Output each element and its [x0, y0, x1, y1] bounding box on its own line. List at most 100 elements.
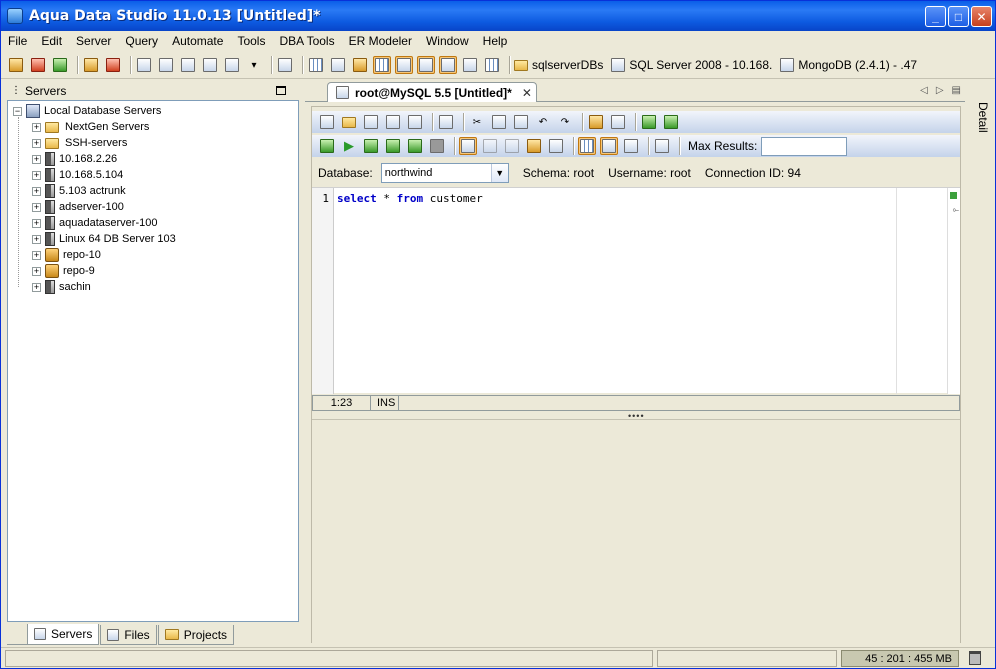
stop-button[interactable] [428, 137, 446, 155]
layout-9-button[interactable] [483, 56, 501, 74]
editor-scrollbar[interactable]: ⟜ [947, 188, 960, 394]
max-results-input[interactable] [761, 136, 848, 156]
detail-tab[interactable]: Detail [976, 102, 990, 133]
auto-commit-button[interactable] [459, 137, 477, 155]
results-text-button[interactable] [600, 137, 618, 155]
expand-icon[interactable]: + [32, 170, 41, 180]
tab-next-icon[interactable]: ▷ [936, 85, 944, 96]
save-all-button[interactable] [406, 113, 424, 131]
expand-icon[interactable]: + [32, 282, 41, 292]
menu-tools[interactable]: Tools [230, 31, 272, 51]
restore-panel-icon[interactable] [276, 86, 286, 95]
expand-icon[interactable]: + [32, 138, 41, 148]
title-bar[interactable]: Aqua Data Studio 11.0.13 [Untitled]* _ □… [1, 1, 995, 31]
menu-file[interactable]: File [1, 31, 34, 51]
layout-7-button[interactable] [439, 56, 457, 74]
autocomplete-button[interactable] [609, 113, 627, 131]
connection-shortcut-mongodb[interactable]: MongoDB (2.4.1) - .47 [780, 58, 917, 72]
tab-files[interactable]: Files [100, 625, 157, 645]
paste-button[interactable] [512, 113, 530, 131]
tree-node-server[interactable]: + aquadataserver-100 [32, 215, 157, 231]
layout-1-button[interactable] [307, 56, 325, 74]
tab-projects[interactable]: Projects [157, 625, 235, 645]
menu-dba-tools[interactable]: DBA Tools [272, 31, 341, 51]
tree-node-server[interactable]: + 10.168.2.26 [32, 151, 117, 167]
results-options-button[interactable] [622, 137, 640, 155]
open-file-button[interactable] [223, 56, 241, 74]
query-builder-button[interactable] [179, 56, 197, 74]
query-analyzer-button[interactable] [157, 56, 175, 74]
collapse-icon[interactable]: − [13, 106, 22, 116]
drag-grip-icon[interactable]: ⋮ [11, 85, 21, 96]
layout-3-button[interactable] [351, 56, 369, 74]
tree-node-server[interactable]: + Linux 64 DB Server 103 [32, 231, 176, 247]
execute-all-button[interactable] [318, 137, 336, 155]
connection-shortcut-sqlserverdbs[interactable]: sqlserverDBs [514, 58, 603, 72]
tab-servers[interactable]: Servers [27, 624, 100, 645]
detail-sidebar[interactable]: Detail [971, 82, 995, 645]
database-select[interactable]: northwind ▼ [380, 163, 509, 183]
rollback-button[interactable] [503, 137, 521, 155]
close-button[interactable]: ✕ [971, 6, 992, 27]
cut-button[interactable]: ✂ [468, 113, 486, 131]
split-handle-icon[interactable]: ⟜ [953, 205, 959, 215]
print-button[interactable] [276, 56, 294, 74]
layout-4-button[interactable] [373, 56, 391, 74]
expand-icon[interactable]: + [32, 202, 41, 212]
tree-node-server[interactable]: + 5.103 actrunk [32, 183, 126, 199]
menu-automate[interactable]: Automate [165, 31, 230, 51]
undo-button[interactable]: ↶ [534, 113, 552, 131]
new-query-button[interactable] [318, 113, 336, 131]
menu-server[interactable]: Server [69, 31, 118, 51]
layout-2-button[interactable] [329, 56, 347, 74]
expand-icon[interactable]: + [32, 122, 41, 132]
chevron-down-icon[interactable]: ▼ [490, 164, 508, 182]
tree-node-root[interactable]: − Local Database Servers [13, 103, 161, 119]
execute-button[interactable]: ▶ [340, 137, 358, 155]
menu-window[interactable]: Window [419, 31, 476, 51]
tab-prev-icon[interactable]: ◁ [920, 85, 928, 96]
layout-6-button[interactable] [417, 56, 435, 74]
expand-icon[interactable]: + [32, 186, 41, 196]
server-tree[interactable]: − Local Database Servers + NextGen Serve… [7, 100, 299, 622]
query-window-button[interactable] [135, 56, 153, 74]
expand-icon[interactable]: + [32, 266, 41, 276]
new-server-button[interactable] [7, 56, 25, 74]
save-button[interactable] [362, 113, 380, 131]
menu-er-modeler[interactable]: ER Modeler [342, 31, 419, 51]
expand-icon[interactable]: + [32, 250, 41, 260]
expand-icon[interactable]: + [32, 154, 41, 164]
parameters-button[interactable] [547, 137, 565, 155]
format-button[interactable] [587, 113, 605, 131]
explain-button[interactable] [525, 137, 543, 155]
tab-list-icon[interactable]: ▤ [952, 85, 961, 96]
server-properties-button[interactable] [29, 56, 47, 74]
unregister-button[interactable] [104, 56, 122, 74]
connection-shortcut-sqlserver[interactable]: SQL Server 2008 - 10.168. [611, 58, 772, 72]
copy-button[interactable] [490, 113, 508, 131]
open-button[interactable] [340, 113, 358, 131]
tree-node-server[interactable]: + adserver-100 [32, 199, 124, 215]
save-as-button[interactable] [384, 113, 402, 131]
find-button[interactable] [640, 113, 658, 131]
print-button[interactable] [437, 113, 455, 131]
table-data-button[interactable] [201, 56, 219, 74]
tab-query-window[interactable]: root@MySQL 5.5 [Untitled]* ✕ [327, 82, 537, 102]
sql-editor[interactable]: 1 select * from customer ⟜ [312, 187, 960, 394]
menu-edit[interactable]: Edit [34, 31, 69, 51]
register-button[interactable] [82, 56, 100, 74]
redo-button[interactable]: ↷ [556, 113, 574, 131]
layout-5-button[interactable] [395, 56, 413, 74]
code-line[interactable]: select * from customer [337, 192, 483, 205]
expand-icon[interactable]: + [32, 218, 41, 228]
maximize-button[interactable]: □ [948, 6, 969, 27]
execute-edit-button[interactable] [384, 137, 402, 155]
tree-node-repo[interactable]: + repo-10 [32, 247, 101, 263]
tree-node-ssh[interactable]: + SSH-servers [32, 135, 127, 151]
menu-help[interactable]: Help [476, 31, 515, 51]
close-tab-icon[interactable]: ✕ [522, 86, 532, 100]
tree-node-server[interactable]: + 10.168.5.104 [32, 167, 123, 183]
tree-node-repo[interactable]: + repo-9 [32, 263, 95, 279]
results-grid-button[interactable] [578, 137, 596, 155]
dropdown-arrow[interactable]: ▾ [245, 56, 263, 74]
